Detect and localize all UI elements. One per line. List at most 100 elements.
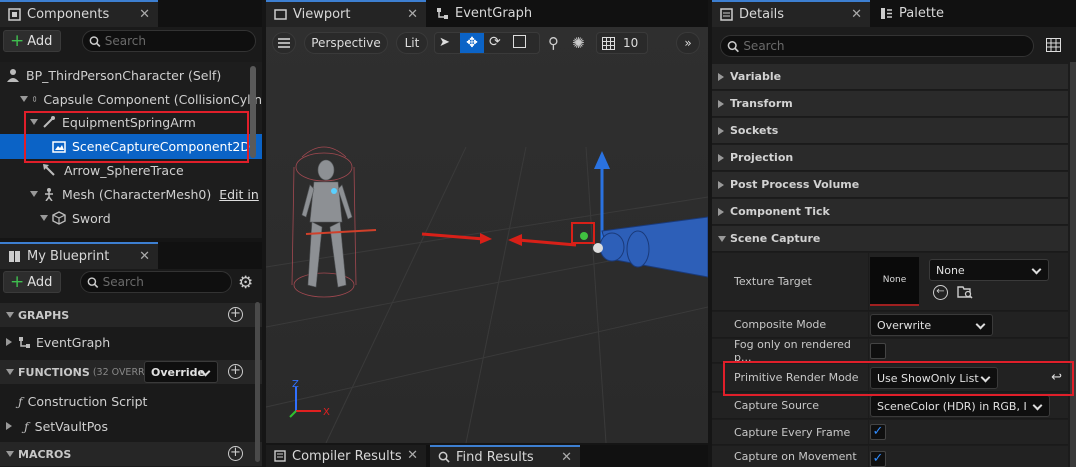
category-projection[interactable]: Projection [712,145,1068,171]
fog-only-checkbox[interactable] [870,343,886,359]
category-variable[interactable]: Variable [712,64,1068,90]
expand-arrow-icon[interactable] [6,369,14,375]
category-component-tick[interactable]: Component Tick [712,199,1068,225]
tree-item-arrow[interactable]: Arrow_SphereTrace [0,158,262,182]
add-circle-icon[interactable]: + [228,446,243,461]
details-scrollbar[interactable] [1070,62,1076,467]
tab-compiler-label: Compiler Results [292,448,402,464]
expand-arrow-icon[interactable] [6,338,12,346]
tab-eventgraph[interactable]: EventGraph [428,0,568,27]
tree-item-self[interactable]: BP_ThirdPersonCharacter (Self) [0,63,262,87]
expand-arrow-icon[interactable] [718,235,726,242]
blueprint-search-input[interactable] [102,275,231,289]
section-graphs[interactable]: GRAPHS + [0,303,262,327]
expand-arrow-icon[interactable] [718,207,724,216]
section-macros[interactable]: MACROS + [0,442,262,466]
plus-icon: + [10,271,25,292]
expand-arrow-icon[interactable] [20,96,28,102]
capture-every-frame-checkbox[interactable]: ✓ [870,424,886,440]
viewport-menu-button[interactable] [272,32,296,54]
table-view-icon[interactable] [1046,38,1061,55]
add-circle-icon[interactable]: + [228,307,243,322]
category-transform[interactable]: Transform [712,91,1068,117]
tab-find-label: Find Results [456,449,534,465]
add-circle-icon[interactable]: + [228,364,243,379]
world-local-icon[interactable]: ✺ [572,34,585,52]
capture-source-dropdown[interactable]: SceneColor (HDR) in RGB, Inv [870,395,1050,417]
components-scrollbar[interactable] [250,66,256,158]
expand-arrow-icon[interactable] [718,99,724,108]
tab-components[interactable]: Components ✕ [0,0,158,27]
add-component-button[interactable]: + Add [3,30,62,52]
texture-target-dropdown[interactable]: None [929,259,1049,281]
category-sockets[interactable]: Sockets [712,118,1068,144]
use-selected-icon[interactable]: ← [933,285,948,300]
expand-arrow-icon[interactable] [718,153,724,162]
components-icon [8,8,21,21]
list-item-set-vault-pos[interactable]: ƒ SetVaultPos [0,414,262,438]
override-dropdown[interactable]: Override [144,361,218,383]
list-item-construction-script[interactable]: ƒ Construction Script [0,389,262,413]
expand-arrow-icon[interactable] [6,451,14,457]
expand-arrow-icon[interactable] [6,422,12,430]
expand-arrow-icon[interactable] [6,312,14,318]
expand-arrow-icon[interactable] [718,180,724,189]
rotate-icon[interactable]: ⟳ [489,34,501,50]
tab-find-results[interactable]: Find Results ✕ [430,445,580,467]
tree-item-scene-capture[interactable]: SceneCaptureComponent2D [0,134,262,159]
composite-mode-dropdown[interactable]: Overwrite [870,314,993,336]
tree-item-capsule[interactable]: Capsule Component (CollisionCylin [0,87,262,111]
close-icon[interactable]: ✕ [851,7,862,22]
select-icon[interactable]: ➤ [439,35,450,50]
graph-icon [436,7,449,20]
blueprint-scrollbar[interactable] [255,302,260,462]
list-item-eventgraph[interactable]: EventGraph [0,330,262,354]
add-blueprint-item-button[interactable]: + Add [3,271,62,293]
close-icon[interactable]: ✕ [139,249,150,264]
details-search-input[interactable] [743,39,1033,53]
tab-viewport[interactable]: Viewport ✕ [266,0,426,27]
expand-arrow-icon[interactable] [718,126,724,135]
close-icon[interactable]: ✕ [139,7,150,22]
category-post-process[interactable]: Post Process Volume [712,172,1068,198]
primitive-render-mode-dropdown[interactable]: Use ShowOnly List [870,367,998,389]
texture-target-value: None [936,263,965,277]
texture-thumbnail[interactable]: None [870,257,919,306]
reset-to-default-icon[interactable]: ↩ [1051,370,1062,385]
translate-icon[interactable]: ✥ [460,33,484,53]
tab-palette[interactable]: Palette [872,0,1022,27]
scale-icon[interactable] [513,35,526,48]
tab-viewport-label: Viewport [293,7,351,22]
details-search[interactable] [720,35,1034,57]
edit-in-link[interactable]: Edit in [219,187,259,202]
expand-arrow-icon[interactable] [30,191,38,197]
section-functions[interactable]: FUNCTIONS (32 OVERRID Override + [0,360,262,384]
expand-arrow-icon[interactable] [40,215,48,221]
perspective-button[interactable]: Perspective [304,32,388,54]
category-scene-capture[interactable]: Scene Capture [712,226,1068,252]
tree-item-sword[interactable]: Sword [0,206,262,230]
lit-button[interactable]: Lit [396,32,428,54]
surface-snap-icon[interactable]: ⚲ [548,34,559,52]
close-icon[interactable]: ✕ [561,450,572,465]
tab-compiler-results[interactable]: Compiler Results ✕ [266,445,426,467]
grid-snap-toggle[interactable]: 10 [596,32,648,54]
close-icon[interactable]: ✕ [407,448,418,463]
gear-icon[interactable]: ⚙ [238,273,253,293]
tree-item-mesh[interactable]: Mesh (CharacterMesh0) Edit in [0,182,262,206]
components-search-input[interactable] [104,34,255,48]
close-icon[interactable]: ✕ [407,7,418,22]
expand-arrow-icon[interactable] [30,119,38,125]
capture-on-movement-checkbox[interactable]: ✓ [870,451,886,467]
list-item-label: SetVaultPos [34,418,108,434]
blueprint-search[interactable] [80,271,232,293]
components-search[interactable] [82,30,256,52]
category-label: Sockets [730,124,779,137]
tab-details[interactable]: Details ✕ [712,0,870,27]
tree-item-spring-arm[interactable]: EquipmentSpringArm [0,110,262,134]
expand-arrow-icon[interactable] [718,72,724,81]
viewport-more-button[interactable]: » [676,32,700,54]
tab-my-blueprint[interactable]: My Blueprint ✕ [0,242,158,269]
bottom-tab-bar: Compiler Results ✕ Find Results ✕ [266,445,708,467]
browse-folder-icon[interactable] [957,284,973,302]
